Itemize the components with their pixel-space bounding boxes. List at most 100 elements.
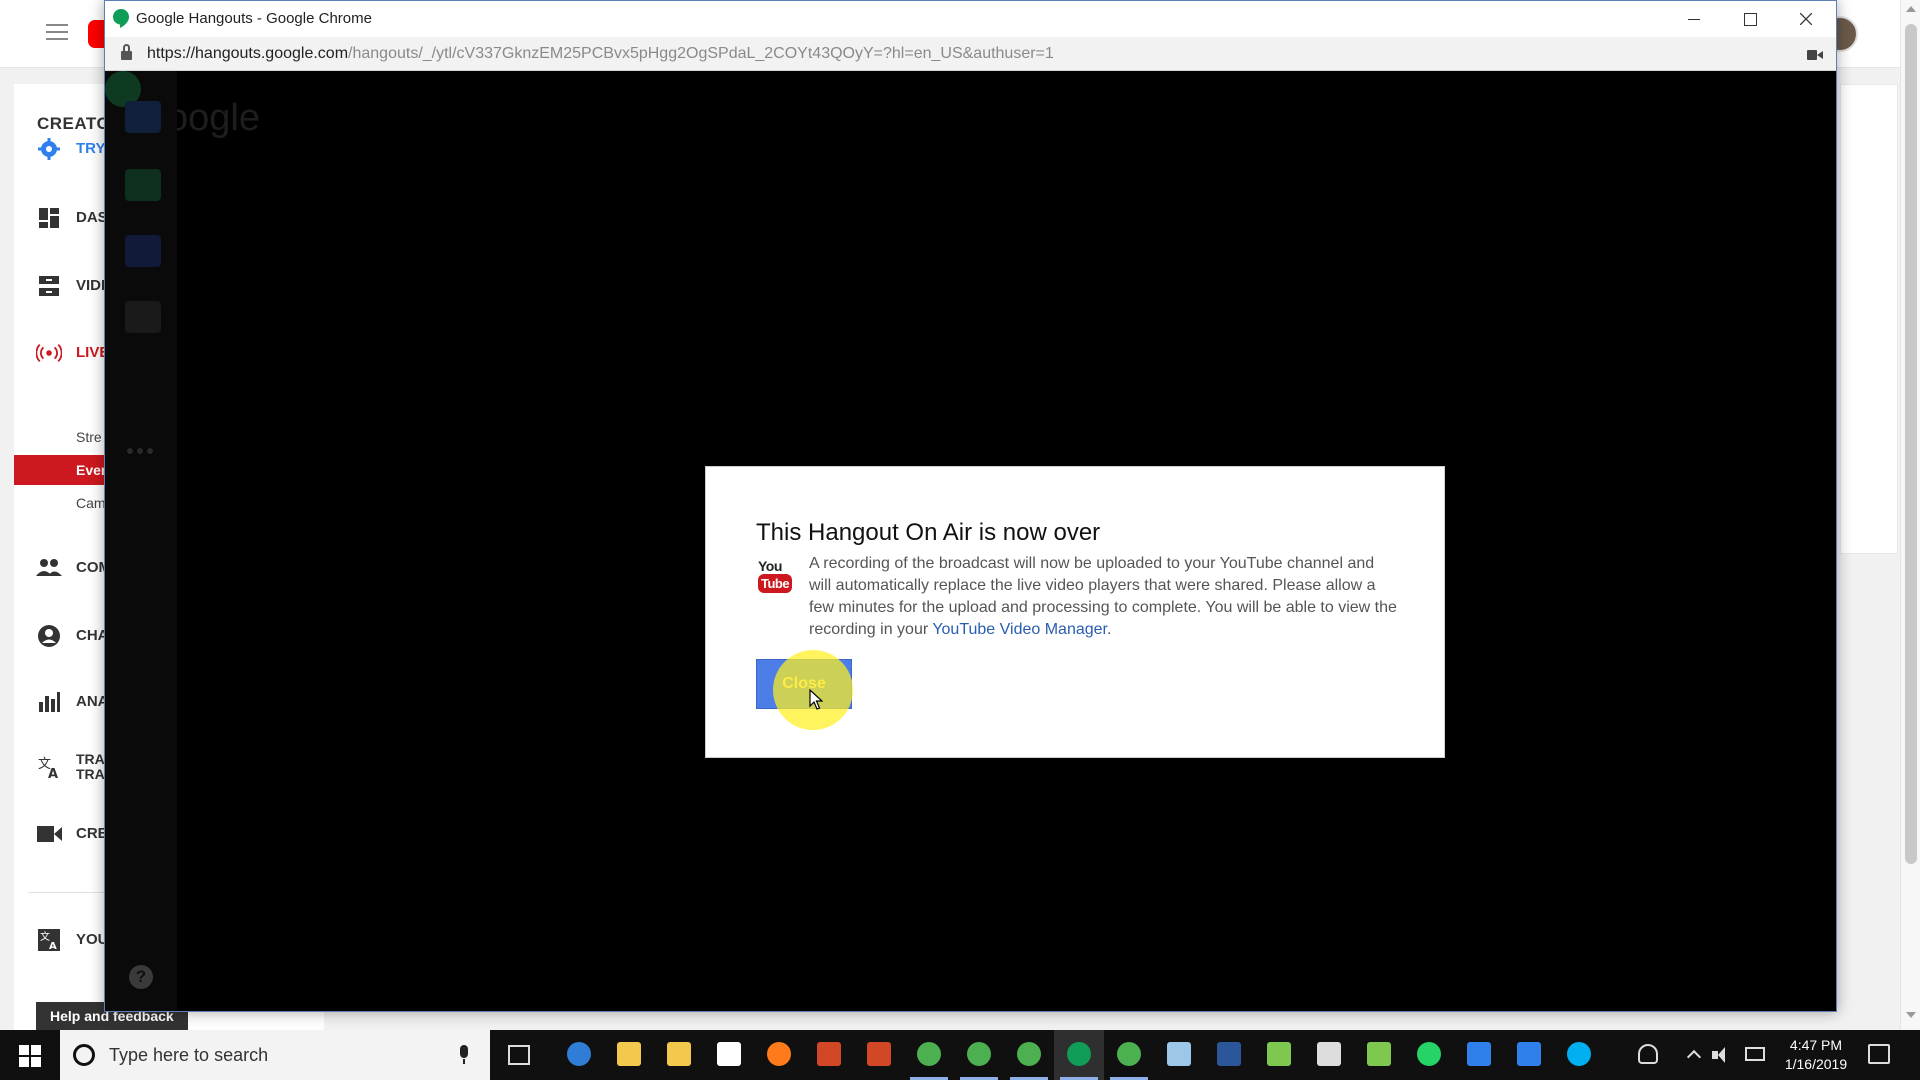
translations-label-line2: TRA <box>76 766 105 782</box>
youtube-app-icon[interactable] <box>125 235 161 267</box>
sidebar-item-label: TRA TRA <box>76 752 105 782</box>
game-icon <box>1267 1042 1291 1066</box>
file-explorer-icon <box>617 1042 641 1066</box>
taskbar-app-calculator[interactable] <box>1304 1030 1354 1080</box>
hangout-over-dialog: This Hangout On Air is now over You Tube… <box>705 466 1445 758</box>
window-close-button[interactable] <box>1778 1 1834 37</box>
windows-taskbar: Type here to search 4:47 PM 1/16/2019 <box>0 1030 1920 1080</box>
taskbar-app-skype[interactable] <box>1554 1030 1604 1080</box>
taskbar-app-hangouts[interactable] <box>1054 1030 1104 1080</box>
youtube-badge-tube: Tube <box>758 574 793 593</box>
close-button[interactable]: Close <box>756 659 852 709</box>
taskbar-app-remote-desktop[interactable] <box>1504 1030 1554 1080</box>
window-title-bar[interactable]: Google Hangouts - Google Chrome <box>105 1 1836 37</box>
scroll-up-arrow-icon[interactable] <box>1906 6 1916 12</box>
taskbar-app-word[interactable] <box>1204 1030 1254 1080</box>
chrome-icon <box>917 1042 941 1066</box>
translations-label-line1: TRA <box>76 751 105 767</box>
people-icon[interactable] <box>1638 1044 1658 1064</box>
taskbar-app-chrome-3[interactable] <box>1004 1030 1054 1080</box>
calculator-icon <box>1317 1042 1341 1066</box>
gear-icon <box>38 138 60 160</box>
screenshare-icon[interactable] <box>125 169 161 201</box>
chevron-up-icon[interactable] <box>1686 1049 1702 1065</box>
microphone-icon[interactable] <box>458 1045 470 1065</box>
search-placeholder: Type here to search <box>109 1045 269 1065</box>
windows-logo-pane <box>19 1057 29 1067</box>
taskbar-app-camtasia[interactable] <box>704 1030 754 1080</box>
control-room-icon[interactable] <box>125 301 161 333</box>
community-icon <box>36 559 62 576</box>
taskbar-app-notepad[interactable] <box>1154 1030 1204 1080</box>
svg-text:A: A <box>48 767 58 779</box>
more-apps-icon[interactable] <box>127 441 161 454</box>
sidebar-subitem-label: Stre <box>76 429 102 445</box>
scroll-down-arrow-icon[interactable] <box>1906 1012 1916 1018</box>
sidebar-item-label: TRY <box>76 140 106 157</box>
svg-text:A: A <box>49 941 57 952</box>
taskbar-app-whatsapp[interactable] <box>1404 1030 1454 1080</box>
taskbar-app-file-explorer[interactable] <box>604 1030 654 1080</box>
camtasia-icon <box>717 1042 741 1066</box>
word-icon <box>1217 1042 1241 1066</box>
taskbar-app-chrome-4[interactable] <box>1104 1030 1154 1080</box>
powerpoint-2-icon <box>867 1042 891 1066</box>
close-icon <box>1800 13 1812 25</box>
powerpoint-icon <box>817 1042 841 1066</box>
sidebar-subitem-label: Cam <box>76 495 106 511</box>
dashboard-icon <box>39 208 59 228</box>
task-view-icon[interactable] <box>508 1045 530 1065</box>
taskbar-app-edge[interactable] <box>554 1030 604 1080</box>
clock-date: 1/16/2019 <box>1784 1056 1848 1072</box>
network-icon[interactable] <box>1745 1047 1765 1061</box>
help-icon[interactable]: ? <box>129 965 153 989</box>
dialog-body-end: . <box>1107 621 1112 638</box>
minimize-button[interactable] <box>1666 1 1722 37</box>
url-text[interactable]: https://hangouts.google.com/hangouts/_/y… <box>147 45 1054 63</box>
camera-icon[interactable] <box>1807 50 1823 60</box>
taskbar-app-firefox[interactable] <box>754 1030 804 1080</box>
taskbar-clock[interactable]: 4:47 PM 1/16/2019 <box>1776 1036 1856 1074</box>
chrome-4-icon <box>1117 1042 1141 1066</box>
windows-logo-pane <box>31 1057 41 1067</box>
start-button[interactable] <box>0 1030 58 1080</box>
taskbar-search-box[interactable]: Type here to search <box>60 1030 490 1080</box>
taskbar-app-powerpoint-2[interactable] <box>854 1030 904 1080</box>
scrollbar-thumb[interactable] <box>1905 24 1917 864</box>
skype-icon <box>1567 1042 1591 1066</box>
taskbar-app-game[interactable] <box>1254 1030 1304 1080</box>
url-path: /hangouts/_/ytl/cV337GknzEM25PCBvx5pHgg2… <box>348 45 1054 62</box>
taskbar-app-powerpoint[interactable] <box>804 1030 854 1080</box>
taskbar-app-chrome-2[interactable] <box>954 1030 1004 1080</box>
page-scrollbar[interactable] <box>1900 0 1920 1030</box>
sidebar-item-label: CRE <box>76 825 108 842</box>
edge-icon <box>567 1042 591 1066</box>
todo-icon <box>1467 1042 1491 1066</box>
dialog-title: This Hangout On Air is now over <box>756 519 1101 546</box>
taskbar-app-todo[interactable] <box>1454 1030 1504 1080</box>
youtube-badge-you: You <box>758 558 782 574</box>
video-manager-icon <box>39 276 59 296</box>
chrome-3-icon <box>1017 1042 1041 1066</box>
dialog-message: A recording of the broadcast will now be… <box>809 553 1399 641</box>
hangouts-chrome-window: Google Hangouts - Google Chrome https://… <box>104 0 1837 1012</box>
volume-icon[interactable] <box>1712 1047 1732 1063</box>
whatsapp-icon <box>1417 1042 1441 1066</box>
file-explorer-2-icon <box>667 1042 691 1066</box>
taskbar-app-chrome[interactable] <box>904 1030 954 1080</box>
hangout-app-sidebar: ? <box>105 71 177 1011</box>
action-center-icon[interactable] <box>1868 1044 1890 1064</box>
hangouts-favicon-icon <box>113 9 129 28</box>
right-content-panel <box>1840 84 1898 554</box>
windows-logo-pane <box>31 1045 41 1055</box>
translate-icon: 文A <box>38 929 60 952</box>
maximize-button[interactable] <box>1722 1 1778 37</box>
taskbar-app-camtasia-2[interactable] <box>1354 1030 1404 1080</box>
address-bar[interactable]: https://hangouts.google.com/hangouts/_/y… <box>105 37 1836 71</box>
create-video-icon <box>37 826 62 842</box>
youtube-video-manager-link[interactable]: YouTube Video Manager <box>932 621 1107 638</box>
taskbar-app-file-explorer-2[interactable] <box>654 1030 704 1080</box>
chat-icon[interactable] <box>125 101 161 133</box>
translate-icon: 文A <box>38 757 58 779</box>
hamburger-menu-icon[interactable] <box>46 24 68 42</box>
